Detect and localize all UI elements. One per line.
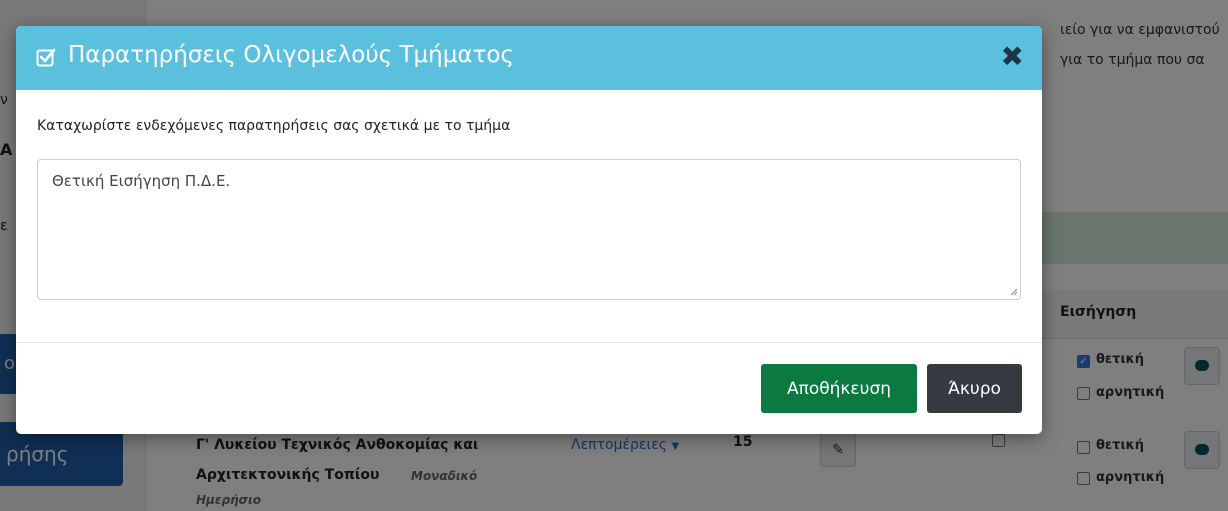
cancel-button[interactable]: Άκυρο <box>927 364 1022 413</box>
modal-title: Παρατηρήσεις Ολιγομελούς Τμήματος <box>68 42 514 68</box>
checkbox-checked-icon <box>36 48 56 67</box>
modal-prompt: Καταχωρίστε ενδεχόμενες παρατηρήσεις σας… <box>37 118 511 134</box>
save-button[interactable]: Αποθήκευση <box>761 364 917 413</box>
remarks-textarea[interactable]: Θετική Εισήγηση Π.Δ.Ε. <box>37 159 1021 300</box>
remarks-modal: Παρατηρήσεις Ολιγομελούς Τμήματος ✖ Κατα… <box>16 26 1042 434</box>
close-icon[interactable]: ✖ <box>1001 40 1024 73</box>
modal-header: Παρατηρήσεις Ολιγομελούς Τμήματος ✖ <box>16 26 1042 90</box>
resize-grip-icon[interactable] <box>1008 286 1018 296</box>
footer-divider <box>16 342 1042 343</box>
